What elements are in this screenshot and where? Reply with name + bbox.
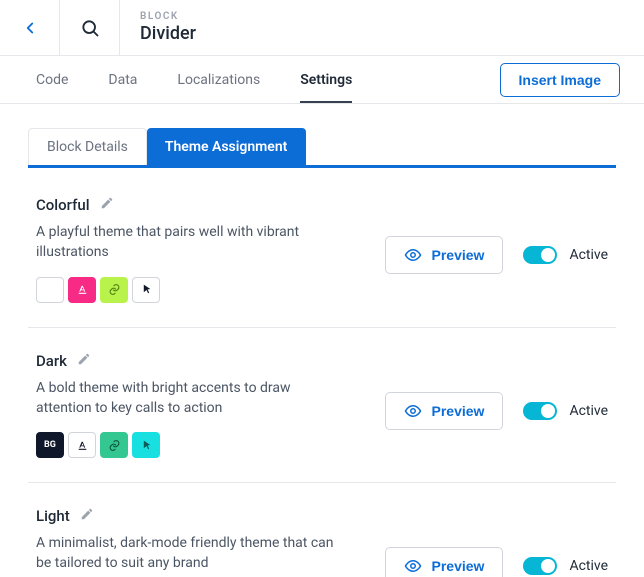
link-icon xyxy=(108,439,121,452)
theme-description: A bold theme with bright accents to draw… xyxy=(36,378,336,419)
main-tab-bar: Code Data Localizations Settings Insert … xyxy=(0,56,644,104)
preview-label: Preview xyxy=(432,558,485,574)
page-eyebrow: BLOCK xyxy=(140,11,196,22)
active-label: Active xyxy=(569,403,608,419)
eye-icon xyxy=(404,557,422,575)
top-header: BLOCK Divider xyxy=(0,0,644,56)
cursor-icon xyxy=(140,439,153,452)
cursor-icon xyxy=(140,283,153,296)
theme-name: Colorful xyxy=(36,196,90,214)
active-label: Active xyxy=(569,247,608,263)
subtab-theme-assignment[interactable]: Theme Assignment xyxy=(147,128,307,165)
page-title-block: BLOCK Divider xyxy=(120,0,644,55)
search-icon xyxy=(80,18,100,38)
insert-image-button[interactable]: Insert Image xyxy=(500,63,620,97)
theme-description: A playful theme that pairs well with vib… xyxy=(36,222,336,263)
edit-theme-button[interactable] xyxy=(77,352,91,370)
swatch-bg[interactable] xyxy=(36,277,64,303)
preview-label: Preview xyxy=(432,403,485,419)
swatch-cursor[interactable] xyxy=(132,432,160,458)
active-toggle[interactable] xyxy=(523,557,557,575)
theme-row: Colorful A playful theme that pairs well… xyxy=(28,172,616,328)
swatch-row xyxy=(36,277,361,303)
theme-name: Light xyxy=(36,507,70,525)
tab-data[interactable]: Data xyxy=(108,58,137,102)
tab-settings[interactable]: Settings xyxy=(300,58,352,102)
back-button[interactable] xyxy=(0,0,60,55)
swatch-link[interactable] xyxy=(100,432,128,458)
tab-code[interactable]: Code xyxy=(36,58,68,102)
subtab-block-details[interactable]: Block Details xyxy=(28,128,147,165)
preview-button[interactable]: Preview xyxy=(385,547,504,577)
subtab-bar: Block Details Theme Assignment xyxy=(0,104,644,168)
preview-button[interactable]: Preview xyxy=(385,392,504,430)
active-toggle[interactable] xyxy=(523,246,557,264)
page-title: Divider xyxy=(140,23,196,44)
pencil-icon xyxy=(100,196,114,210)
swatch-row: BG xyxy=(36,432,361,458)
swatch-text[interactable] xyxy=(68,432,96,458)
active-toggle[interactable] xyxy=(523,402,557,420)
active-label: Active xyxy=(569,558,608,574)
text-color-icon xyxy=(76,439,89,452)
tab-localizations[interactable]: Localizations xyxy=(177,58,260,102)
theme-list: Colorful A playful theme that pairs well… xyxy=(28,172,632,577)
theme-name: Dark xyxy=(36,352,67,370)
chevron-left-icon xyxy=(21,19,39,37)
pencil-icon xyxy=(77,352,91,366)
search-button[interactable] xyxy=(60,0,120,55)
edit-theme-button[interactable] xyxy=(100,196,114,214)
pencil-icon xyxy=(80,507,94,521)
preview-button[interactable]: Preview xyxy=(385,236,504,274)
edit-theme-button[interactable] xyxy=(80,507,94,525)
swatch-cursor[interactable] xyxy=(132,277,160,303)
link-icon xyxy=(108,283,121,296)
theme-description: A minimalist, dark-mode friendly theme t… xyxy=(36,533,336,574)
eye-icon xyxy=(404,246,422,264)
swatch-text[interactable] xyxy=(68,277,96,303)
preview-label: Preview xyxy=(432,247,485,263)
text-color-icon xyxy=(76,283,89,296)
eye-icon xyxy=(404,402,422,420)
theme-row: Light A minimalist, dark-mode friendly t… xyxy=(28,483,616,577)
theme-row: Dark A bold theme with bright accents to… xyxy=(28,328,616,484)
swatch-link[interactable] xyxy=(100,277,128,303)
swatch-bg[interactable]: BG xyxy=(36,432,64,458)
